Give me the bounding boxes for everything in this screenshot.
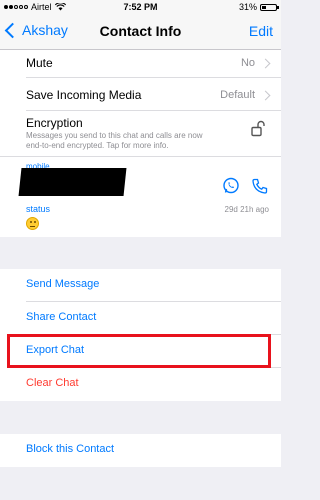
save-media-label: Save Incoming Media (26, 88, 142, 102)
block-contact-button[interactable]: Block this Contact (0, 434, 281, 467)
encryption-row[interactable]: Encryption Messages you send to this cha… (26, 110, 281, 156)
whatsapp-call-icon[interactable] (222, 177, 240, 195)
encryption-label: Encryption (26, 116, 83, 130)
thinking-face-icon (26, 217, 39, 230)
send-message-label: Send Message (26, 278, 100, 290)
share-contact-button[interactable]: Share Contact (0, 302, 281, 335)
status-timestamp: 29d 21h ago (224, 205, 270, 214)
battery-percent: 31% (238, 2, 257, 12)
edit-button[interactable]: Edit (249, 23, 273, 39)
status-label: status (26, 204, 51, 214)
save-media-row[interactable]: Save Incoming Media Default (26, 77, 281, 111)
status-bar: Airtel 7:52 PM 31% (0, 0, 281, 14)
contact-info-group: mobile status 29d 21h ago (0, 156, 281, 237)
save-media-value: Default (220, 89, 255, 101)
navigation-bar: Akshay Contact Info Edit (0, 14, 281, 50)
block-contact-label: Block this Contact (26, 443, 115, 455)
battery-status: 31% (238, 2, 279, 12)
chevron-right-icon (260, 58, 271, 69)
encryption-description: Messages you send to this chat and calls… (26, 131, 203, 150)
mute-row[interactable]: Mute No (26, 50, 281, 78)
send-message-button[interactable]: Send Message (0, 269, 281, 302)
clear-chat-label: Clear Chat (26, 377, 79, 389)
chevron-right-icon (260, 90, 271, 101)
block-group: Block this Contact (0, 434, 281, 467)
redacted-phone-number (18, 168, 127, 196)
mute-label: Mute (26, 56, 53, 70)
battery-icon (260, 3, 279, 11)
clear-chat-button[interactable]: Clear Chat (0, 368, 281, 401)
export-chat-highlight (7, 334, 271, 368)
mute-value: No (240, 57, 255, 69)
share-contact-label: Share Contact (26, 311, 97, 323)
settings-group: Mute No Save Incoming Media Default Encr… (0, 50, 281, 156)
page-title: Contact Info (99, 23, 182, 39)
phone-icon[interactable] (251, 177, 269, 195)
unlocked-lock-icon (251, 120, 265, 137)
